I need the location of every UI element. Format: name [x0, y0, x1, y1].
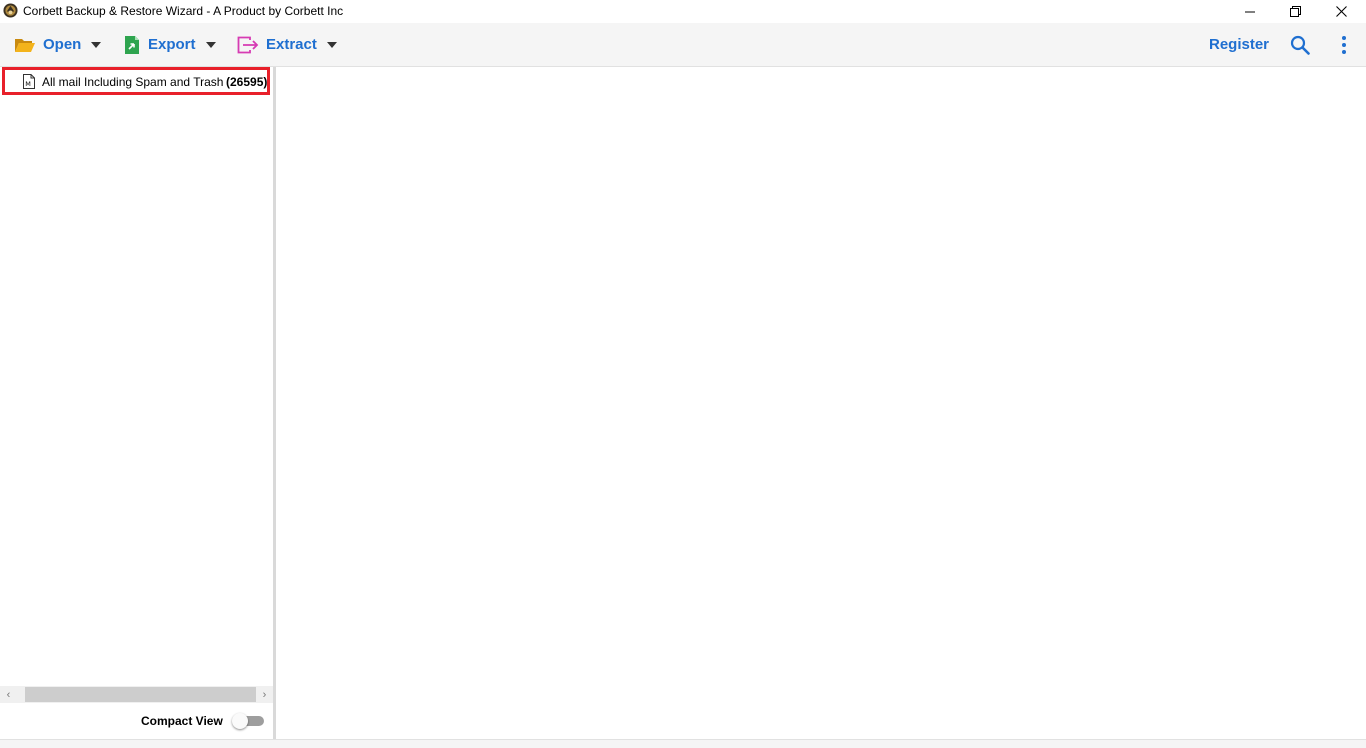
- compact-view-label: Compact View: [141, 714, 223, 728]
- register-link[interactable]: Register: [1209, 36, 1269, 53]
- toolbar: Open Export Extract Register: [0, 23, 1366, 67]
- minimize-button[interactable]: [1227, 0, 1273, 23]
- tree-item-count: (26595): [226, 75, 268, 89]
- window-title: Corbett Backup & Restore Wizard - A Prod…: [23, 4, 344, 18]
- horizontal-scrollbar[interactable]: ‹ ›: [0, 686, 273, 703]
- export-file-icon: [125, 35, 139, 54]
- chevron-down-icon: [326, 41, 337, 48]
- scroll-right-icon[interactable]: ›: [256, 686, 273, 703]
- open-label: Open: [43, 36, 82, 53]
- extract-label: Extract: [266, 36, 317, 53]
- tree-item-all-mail[interactable]: M All mail Including Spam and Trash (265…: [0, 67, 273, 97]
- close-button[interactable]: [1318, 0, 1364, 23]
- minimize-icon: [1245, 11, 1255, 12]
- chevron-down-icon: [205, 41, 216, 48]
- toggle-knob: [232, 713, 248, 729]
- chevron-down-icon: [91, 41, 102, 48]
- svg-text:M: M: [25, 80, 31, 88]
- more-options-icon[interactable]: [1336, 35, 1352, 55]
- restore-button[interactable]: [1272, 0, 1318, 23]
- tree-item-label: All mail Including Spam and Trash: [42, 75, 224, 89]
- extract-icon: [237, 36, 259, 53]
- scrollbar-thumb[interactable]: [25, 687, 256, 702]
- compact-view-toggle[interactable]: [232, 713, 266, 729]
- search-icon[interactable]: [1290, 35, 1310, 55]
- app-logo-icon: [3, 3, 18, 18]
- open-button[interactable]: Open: [14, 23, 102, 66]
- title-bar: Corbett Backup & Restore Wizard - A Prod…: [0, 0, 1366, 23]
- content-area: [276, 67, 1366, 739]
- export-label: Export: [148, 36, 196, 53]
- folder-open-icon: [15, 38, 35, 52]
- mbox-file-icon: M: [23, 74, 35, 89]
- folder-tree-panel: M All mail Including Spam and Trash (265…: [0, 67, 273, 739]
- extract-button[interactable]: Extract: [237, 23, 337, 66]
- close-icon: [1335, 6, 1347, 17]
- export-button[interactable]: Export: [123, 23, 216, 66]
- scroll-left-icon[interactable]: ‹: [0, 686, 17, 703]
- restore-icon: [1289, 6, 1301, 17]
